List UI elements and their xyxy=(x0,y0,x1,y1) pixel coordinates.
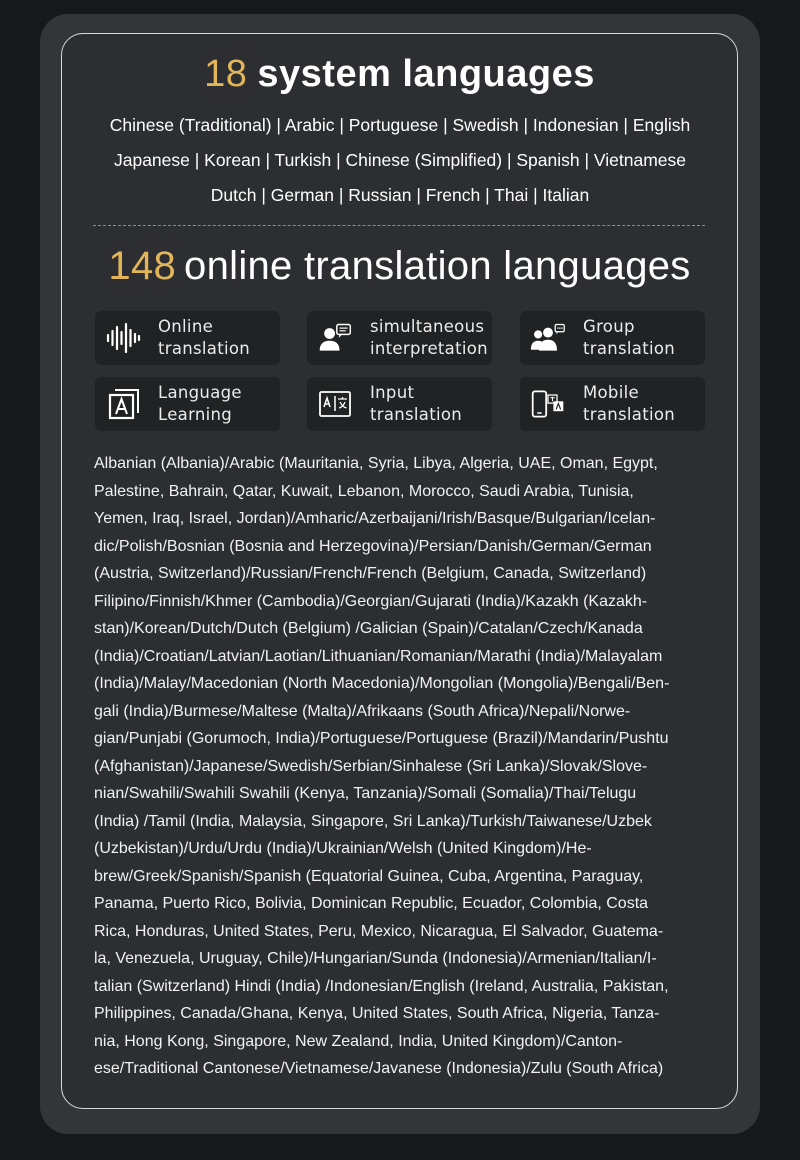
feature-label-line: Learning xyxy=(158,405,233,424)
system-languages-count: 18 xyxy=(204,53,248,95)
system-languages-line: Chinese (Traditional) | Arabic | Portugu… xyxy=(109,115,691,135)
online-languages-line: brew/Greek/Spanish/Spanish (Equatorial G… xyxy=(94,867,644,885)
group-icon xyxy=(530,323,565,351)
feature-label: Mobile translation xyxy=(583,382,675,426)
feature-group-translation: Group translation xyxy=(520,311,705,365)
interpreter-icon xyxy=(319,323,352,351)
feature-label-line: translation xyxy=(158,339,251,358)
online-languages-line: Philippines, Canada/Ghana, Kenya, United… xyxy=(94,1005,660,1022)
online-languages-line: Filipino/Finnish/Khmer (Cambodia)/Georgi… xyxy=(94,592,648,610)
online-languages-list: Albanian (Albania)/Arabic (Mauritania, S… xyxy=(94,450,708,1083)
system-languages-line: Dutch | German | Russian | French | Thai… xyxy=(210,185,590,205)
feature-label-line: Group xyxy=(583,317,635,336)
feature-label: Online translation xyxy=(158,316,250,360)
online-languages-line: (Uzbekistan)/Urdu/Urdu (India)/Ukrainian… xyxy=(94,840,592,857)
feature-online-translation: Online translation xyxy=(95,311,280,365)
online-languages-count: 148 xyxy=(108,244,177,288)
feature-label-line: Language xyxy=(158,383,242,402)
feature-label: Input translation xyxy=(370,382,462,426)
feature-language-learning: Language Learning xyxy=(95,377,280,431)
online-languages-line: Panama, Puerto Rico, Bolivia, Dominican … xyxy=(94,895,649,912)
online-languages-line: stan)/Korean/Dutch/Dutch (Belgium) /Gali… xyxy=(94,620,643,637)
online-languages-line: (Afghanistan)/Japanese/Swedish/Serbian/S… xyxy=(94,757,648,775)
feature-label: Group translation xyxy=(583,316,675,360)
online-languages-line: (India) /Tamil (India, Malaysia, Singapo… xyxy=(94,812,652,830)
feature-label-line: translation xyxy=(370,405,463,424)
input-translate-icon xyxy=(319,391,351,417)
online-languages-line: nia, Hong Kong, Singapore, New Zealand, … xyxy=(94,1032,623,1050)
system-languages-title: 18 system languages xyxy=(61,50,738,98)
online-languages-line: Palestine, Bahrain, Qatar, Kuwait, Leban… xyxy=(94,482,634,500)
feature-label-line: translation xyxy=(583,339,676,358)
online-languages-line: gian/Punjabi (Gorumoch, India)/Portugues… xyxy=(94,730,669,747)
online-languages-line: (India)/Croatian/Latvian/Laotian/Lithuan… xyxy=(94,647,663,665)
system-languages-list: Chinese (Traditional) | Arabic | Portugu… xyxy=(70,108,730,213)
online-languages-line: la, Venezuela, Uruguay, Chile)/Hungarian… xyxy=(94,950,657,967)
feature-mobile-translation: Mobile translation xyxy=(520,377,705,431)
online-languages-title: 148 online translation languages xyxy=(61,240,738,292)
feature-label: simultaneous interpretation xyxy=(370,316,488,360)
dashed-divider xyxy=(93,225,705,226)
feature-input-translation: Input translation xyxy=(307,377,492,431)
system-languages-line: Japanese | Korean | Turkish | Chinese (S… xyxy=(113,150,686,170)
system-languages-heading: system languages xyxy=(257,53,595,95)
feature-label-line: Input xyxy=(370,383,415,402)
online-languages-line: dic/Polish/Bosnian (Bosnia and Herzegovi… xyxy=(94,537,652,555)
feature-label-line: Mobile xyxy=(583,383,639,402)
online-languages-line: Albanian (Albania)/Arabic (Mauritania, S… xyxy=(94,455,658,472)
feature-label-line: interpretation xyxy=(370,339,488,358)
online-languages-line: talian (Switzerland) Hindi (India) /Indo… xyxy=(94,977,669,995)
feature-label-line: translation xyxy=(583,405,676,424)
language-book-icon xyxy=(108,389,139,420)
online-languages-heading: online translation languages xyxy=(184,244,691,288)
feature-simultaneous-interpretation: simultaneous interpretation xyxy=(307,311,492,365)
online-languages-line: ese/Traditional Cantonese/Vietnamese/Jav… xyxy=(94,1060,664,1077)
online-languages-line: Rica, Honduras, United States, Peru, Mex… xyxy=(94,922,664,940)
mobile-translate-icon xyxy=(531,390,564,418)
feature-label-line: Online xyxy=(158,317,214,336)
online-languages-line: (Austria, Switzerland)/Russian/French/Fr… xyxy=(94,565,647,582)
feature-label: Language Learning xyxy=(158,382,242,426)
online-languages-line: nian/Swahili/Swahili Swahili (Kenya, Tan… xyxy=(94,785,637,802)
online-languages-line: Yemen, Iraq, Israel, Jordan)/Amharic/Aze… xyxy=(94,510,656,527)
online-languages-line: (India)/Malay/Macedonian (North Macedoni… xyxy=(94,675,670,692)
page: 18 system languages Chinese (Traditional)… xyxy=(0,0,800,1160)
online-languages-line: gali (India)/Burmese/Maltese (Malta)/Afr… xyxy=(94,702,631,720)
feature-label-line: simultaneous xyxy=(370,317,485,336)
soundwave-icon xyxy=(106,322,141,354)
